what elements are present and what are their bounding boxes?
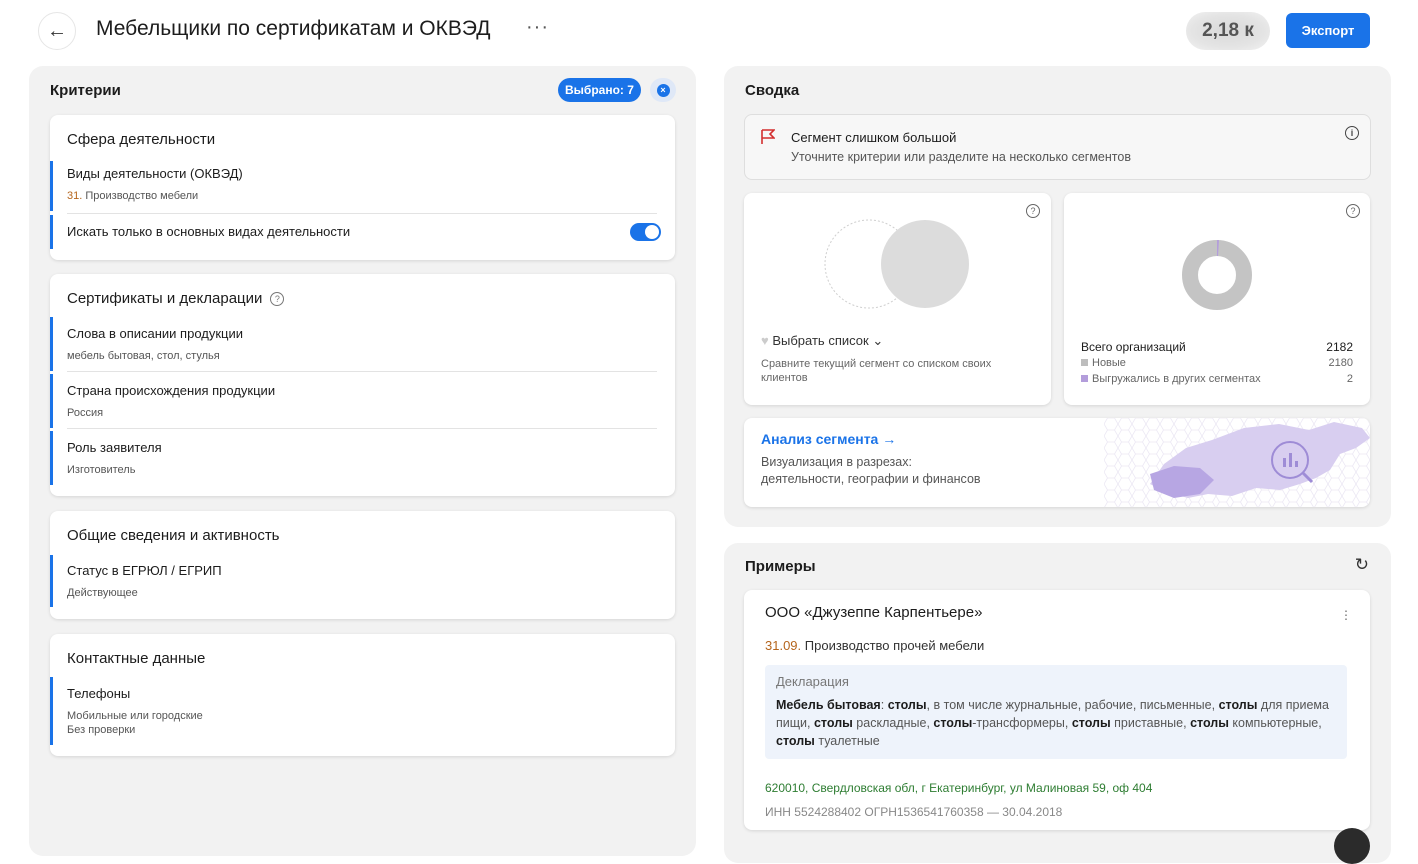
criterion-okved[interactable]: Виды деятельности (ОКВЭД) 31. Производст… [50,161,675,211]
declaration-label: Декларация [776,674,849,689]
refresh-icon[interactable]: ↻ [1355,555,1369,575]
divider [67,371,657,372]
criterion-name: Статус в ЕГРЮЛ / ЕГРИП [67,563,222,578]
analysis-line-2: деятельности, географии и финансов [761,472,981,486]
group-title: Контактные данные [67,650,206,667]
export-button[interactable]: Экспорт [1286,13,1370,48]
flag-icon [761,129,775,144]
russia-map-illustration [1104,418,1370,507]
group-title-row: Сертификаты и декларации? [67,290,285,307]
exported-row: Выгружались в других сегментах [1081,373,1261,385]
new-row: Новые [1081,357,1126,369]
segment-too-large-alert: Сегмент слишком большой Уточните критери… [744,114,1371,180]
arrow-left-icon: ← [47,19,67,42]
analysis-description: Визуализация в разрезах: деятельности, г… [761,454,981,488]
segment-analysis-card[interactable]: Анализ сегмента → Визуализация в разреза… [744,418,1370,507]
example-company-card[interactable]: ООО «Джузеппе Карпентьере» ⋮ 31.09. Прои… [744,590,1370,830]
criterion-phones[interactable]: Телефоны Мобильные или городские Без про… [50,677,675,745]
clear-icon: × [656,83,670,97]
exported-label: Выгружались в других сегментах [1092,373,1261,385]
criterion-value-2: Без проверки [67,724,136,736]
criterion-applicant-role[interactable]: Роль заявителя Изготовитель [50,431,675,485]
company-address: 620010, Свердловская обл, г Екатеринбург… [765,781,1153,795]
criterion-value: Действующее [67,587,138,599]
total-value: 2182 [1326,340,1353,354]
more-options-button[interactable]: ··· [526,16,549,39]
criterion-registry-status[interactable]: Статус в ЕГРЮЛ / ЕГРИП Действующее [50,555,675,607]
venn-diagram-icon [824,219,969,309]
criterion-value: Мобильные или городские [67,710,203,722]
help-icon[interactable]: ? [270,292,285,307]
company-ids: ИНН 5524288402 ОГРН1536541760358 — 30.04… [765,805,1063,819]
compare-description: Сравните текущий сегмент со списком свои… [761,358,992,384]
okved-name: Производство прочей мебели [804,638,985,653]
heart-icon: ♥ [761,333,769,348]
select-list-button[interactable]: ♥ Выбрать список ⌄ [761,333,883,349]
divider [67,428,657,429]
group-title: Общие сведения и активность [67,527,280,544]
alert-subtitle: Уточните критерии или разделите на неско… [791,150,1131,164]
alert-title: Сегмент слишком большой [791,130,957,145]
legend-swatch [1081,375,1088,382]
criteria-group-contacts: Контактные данные Телефоны Мобильные или… [50,634,675,756]
criterion-name: Слова в описании продукции [67,326,244,341]
criterion-name: Искать только в основных видах деятельно… [67,224,351,239]
criteria-panel: Критерии Выбрано: 7 × Сфера деятельности… [29,66,696,856]
chevron-down-icon: ⌄ [872,333,884,348]
organizations-stats-card: ? Всего организаций 2182 Новые 2180 Выгр… [1064,193,1370,405]
group-title: Сфера деятельности [67,131,216,148]
legend-swatch [1081,359,1088,366]
compare-list-card: ? ♥ Выбрать список ⌄ Сравните текущий се… [744,193,1051,405]
help-icon[interactable]: ? [1346,204,1360,218]
okved-name: Производство мебели [85,190,199,202]
exported-value: 2 [1346,373,1353,385]
clear-selection-button[interactable]: × [650,78,676,102]
page-title: Мебельщики по сертификатам и ОКВЭД [96,17,491,40]
criteria-group-general: Общие сведения и активность Статус в ЕГР… [50,511,675,619]
new-value: 2180 [1328,357,1353,369]
kebab-menu-icon[interactable]: ⋮ [1340,608,1352,622]
criterion-name: Телефоны [67,686,131,701]
criterion-value: Изготовитель [67,464,136,476]
criterion-origin-country[interactable]: Страна происхождения продукции Россия [50,374,675,428]
back-button[interactable]: ← [38,12,76,50]
company-name[interactable]: ООО «Джузеппе Карпентьере» [765,604,982,621]
company-okved: 31.09. Производство прочей мебели [765,638,984,653]
help-chat-button[interactable] [1334,828,1370,864]
criteria-group-certificates: Сертификаты и декларации? Слова в описан… [50,274,675,496]
criteria-title: Критерии [50,82,121,99]
toggle-knob [645,225,659,239]
examples-panel: Примеры ↻ ООО «Джузеппе Карпентьере» ⋮ 3… [724,543,1391,863]
criterion-main-activity-only: Искать только в основных видах деятельно… [50,215,675,249]
criterion-value: мебель бытовая, стол, стулья [67,350,220,362]
selected-count-badge[interactable]: Выбрано: 7 [558,78,641,102]
criterion-name: Страна происхождения продукции [67,383,276,398]
criterion-product-words[interactable]: Слова в описании продукции мебель бытова… [50,317,675,371]
group-title: Сертификаты и декларации [67,290,263,307]
help-icon[interactable]: ? [1026,204,1040,218]
criterion-value: 31. Производство мебели [67,189,198,203]
main-activity-toggle[interactable] [630,223,661,241]
segment-analysis-link[interactable]: Анализ сегмента → [761,431,896,447]
new-label: Новые [1092,357,1126,369]
okved-code: 31. [67,190,83,202]
total-label: Всего организаций [1081,340,1186,354]
criterion-name: Роль заявителя [67,440,162,455]
declaration-text: Мебель бытовая: столы, в том числе журна… [776,698,1329,748]
info-icon[interactable]: i [1345,126,1359,140]
summary-title: Сводка [745,82,800,99]
divider [67,213,657,214]
summary-panel: Сводка Сегмент слишком большой Уточните … [724,66,1391,527]
segment-count: 2,18 к [1186,12,1270,50]
criterion-name: Виды деятельности (ОКВЭД) [67,166,243,181]
donut-chart-icon [1182,240,1252,310]
declaration-box: Декларация Мебель бытовая: столы, в том … [765,665,1347,759]
examples-title: Примеры [745,558,816,575]
top-bar: ← Мебельщики по сертификатам и ОКВЭД ···… [0,0,1418,62]
select-list-label: Выбрать список [772,333,869,348]
analysis-line-1: Визуализация в разрезах: [761,455,912,469]
okved-code: 31.09. [765,638,802,653]
criteria-group-activity: Сфера деятельности Виды деятельности (ОК… [50,115,675,260]
criterion-value: Россия [67,407,104,419]
